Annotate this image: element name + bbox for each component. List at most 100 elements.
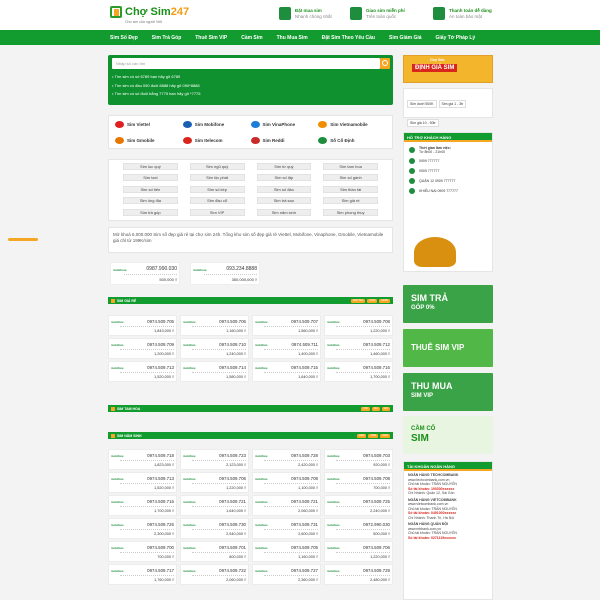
sim-card[interactable]: mobifone 0974.509.726 2,300,000 ₫ (108, 518, 177, 539)
sim-number[interactable]: 0974.509.730 (192, 520, 246, 529)
category-link[interactable]: Sim tứ quý (256, 163, 312, 170)
section-tag[interactable]: VINA (367, 298, 378, 303)
network-item[interactable]: Sim Gmobile (115, 136, 183, 144)
section-tag[interactable]: 111 (371, 406, 380, 411)
sim-card[interactable]: mobifone 0974.509.730 2,540,000 ₫ (180, 518, 249, 539)
support-phone-1[interactable]: 0909 777777 (419, 159, 439, 163)
network-item[interactable]: Sim VinaPhone (250, 120, 319, 128)
sim-card[interactable]: mobifone 0974.509.728 2,420,000 ₫ (252, 449, 321, 470)
category-link[interactable]: Sim tam hoa (323, 163, 378, 170)
back-to-top[interactable] (8, 238, 38, 241)
sim-card[interactable]: mobifone 0972.990.030 500,000 ₫ (324, 518, 393, 539)
support-phone-4[interactable]: KHIẾU NẠI 0909 777777 (419, 189, 458, 193)
category-link[interactable]: Sim số lặp (256, 174, 312, 182)
section-tag[interactable]: VIETTEL (350, 298, 366, 303)
promo-rent-vip[interactable]: THUÊ SIM VIP (403, 329, 493, 367)
category-link[interactable]: Sim lục quý (123, 163, 178, 170)
sim-number[interactable]: 0974.509.731 (264, 520, 318, 529)
sim-card[interactable]: mobifone 093.234.8888 350,000,000 ₫ (190, 262, 260, 285)
category-link[interactable]: Sim ông địa (123, 197, 178, 205)
sim-number[interactable]: 0974.509.707 (264, 317, 318, 326)
nav-item[interactable]: Giấy Tờ Pháp Lý (436, 35, 476, 41)
sim-number[interactable]: 0974.509.721 (264, 497, 318, 506)
sim-number[interactable]: 0974.509.726 (120, 520, 174, 529)
network-item[interactable]: Sim Itelecom (182, 136, 251, 144)
sim-number[interactable]: 0974.509.713 (120, 474, 174, 483)
sim-number[interactable]: 0974.509.721 (192, 497, 246, 506)
section-tag[interactable]: 1990 (356, 433, 367, 438)
search-icon[interactable] (380, 58, 390, 69)
sim-card[interactable]: mobifone 0974.509.709 1,200,000 ₫ (108, 338, 177, 359)
promo-installment[interactable]: SIM TRẢ GÓP 0% (403, 285, 493, 323)
sim-card[interactable]: mobifone 0974.509.716 1,700,000 ₫ (108, 495, 177, 516)
nav-item[interactable]: Thu Mua Sim (277, 35, 308, 41)
category-link[interactable]: Sim số đảo (256, 185, 312, 193)
sim-number[interactable]: 0987.990.030 (124, 265, 177, 274)
sim-card[interactable]: mobifone 0974.509.715 1,640,000 ₫ (252, 361, 321, 382)
sim-number[interactable]: 0974.509.701 (192, 543, 246, 552)
sim-card[interactable]: mobifone 0974.509.713 1,520,000 ₫ (108, 472, 177, 493)
section-tag[interactable]: MOBI (379, 298, 390, 303)
sim-card[interactable]: mobifone 0974.509.706 1,220,000 ₫ (324, 541, 393, 562)
sim-card[interactable]: mobifone 0974.509.716 1,700,000 ₫ (324, 361, 393, 382)
sim-card[interactable]: mobifone 0974.509.706 1,220,000 ₫ (180, 472, 249, 493)
network-item[interactable]: Sim Reddi (250, 136, 319, 144)
sim-number[interactable]: 0974.509.711 (264, 340, 318, 349)
sim-card[interactable]: mobifone 0974.509.713 1,520,000 ₫ (108, 361, 177, 382)
sim-number[interactable]: 0972.990.030 (336, 520, 390, 529)
sim-card[interactable]: mobifone 0974.509.723 2,123,000 ₫ (180, 449, 249, 470)
sim-number[interactable]: 0974.509.714 (192, 363, 246, 372)
sim-card[interactable]: mobifone 0974.509.721 1,640,000 ₫ (180, 495, 249, 516)
nav-item[interactable]: Sim Số Đẹp (110, 35, 138, 41)
sim-card[interactable]: mobifone 0974.509.711 1,400,000 ₫ (252, 338, 321, 359)
sim-number[interactable]: 0974.509.718 (120, 451, 174, 460)
network-item[interactable]: Sim Vietnamobile (318, 120, 386, 128)
sim-number[interactable]: 0974.509.715 (264, 363, 318, 372)
sim-number[interactable]: 093.234.8888 (204, 265, 257, 274)
support-phone-3[interactable]: QUẬN 12 0909 777777 (419, 179, 455, 183)
category-link[interactable]: Sim VIP (189, 208, 245, 216)
sim-number[interactable]: 0974.509.727 (264, 566, 318, 575)
sim-card[interactable]: mobifone 0974.509.701 800,000 ₫ (180, 541, 249, 562)
sim-number[interactable]: 0974.509.716 (336, 363, 390, 372)
category-link[interactable]: Sim năm sinh (256, 208, 312, 216)
sim-card[interactable]: mobifone 0974.509.722 2,060,000 ₫ (180, 564, 249, 585)
category-link[interactable]: Sim lộc phát (189, 174, 245, 182)
nav-item[interactable]: Sim Trả Góp (152, 35, 181, 41)
sim-card[interactable]: mobifone 0974.509.708 1,100,000 ₫ (252, 472, 321, 493)
section-tag[interactable]: 1991 (368, 433, 379, 438)
section-tag[interactable]: 1992 (380, 433, 390, 438)
sim-number[interactable]: 0974.509.706 (192, 317, 246, 326)
sim-card[interactable]: mobifone 0974.509.706 1,160,000 ₫ (180, 315, 249, 336)
promo-pawn[interactable]: CẦM CỐ SIM (403, 416, 493, 454)
network-item[interactable]: Sim Viettel (115, 120, 183, 128)
sim-card[interactable]: mobifone 0974.509.725 2,240,000 ₫ (324, 495, 393, 516)
sim-card[interactable]: mobifone 0974.509.707 1,560,000 ₫ (252, 315, 321, 336)
sim-card[interactable]: mobifone 0974.509.703 920,000 ₫ (324, 449, 393, 470)
sim-number[interactable]: 0974.509.723 (192, 451, 246, 460)
sim-card[interactable]: mobifone 0974.509.727 2,360,000 ₫ (252, 564, 321, 585)
section-tag[interactable]: 222 (381, 406, 390, 411)
search-input[interactable]: Nhập số cần tìm (112, 58, 380, 69)
sim-number[interactable]: 0974.509.725 (336, 497, 390, 506)
sim-number[interactable]: 0974.509.712 (336, 340, 390, 349)
sim-card[interactable]: mobifone 0974.509.710 1,240,000 ₫ (180, 338, 249, 359)
category-link[interactable]: Sim số tiến (123, 185, 178, 193)
sim-card[interactable]: mobifone 0974.509.714 1,580,000 ₫ (180, 361, 249, 382)
sim-number[interactable]: 0974.509.713 (120, 363, 174, 372)
category-link[interactable]: Sim số gánh (323, 174, 378, 182)
sim-number[interactable]: 0974.509.717 (120, 566, 174, 575)
price-banner[interactable]: Chợ Sim ĐỊNH GIÁ SIM (403, 55, 493, 83)
sim-number[interactable]: 0974.509.710 (192, 340, 246, 349)
category-link[interactable]: Sim phong thuỷ (323, 208, 378, 216)
sim-number[interactable]: 0974.509.722 (192, 566, 246, 575)
sim-number[interactable]: 0974.509.708 (336, 317, 390, 326)
category-link[interactable]: Sim giá rẻ (323, 197, 378, 205)
sim-card[interactable]: mobifone 0974.509.712 1,460,000 ₫ (324, 338, 393, 359)
category-link[interactable]: Sim taxi (123, 174, 178, 182)
sim-number[interactable]: 0974.509.706 (192, 474, 246, 483)
network-item[interactable]: Số Cố Định (318, 136, 386, 144)
nav-item[interactable]: Thuê Sim VIP (195, 35, 227, 41)
sim-number[interactable]: 0974.509.700 (120, 543, 174, 552)
sim-number[interactable]: 0974.509.708 (336, 474, 390, 483)
